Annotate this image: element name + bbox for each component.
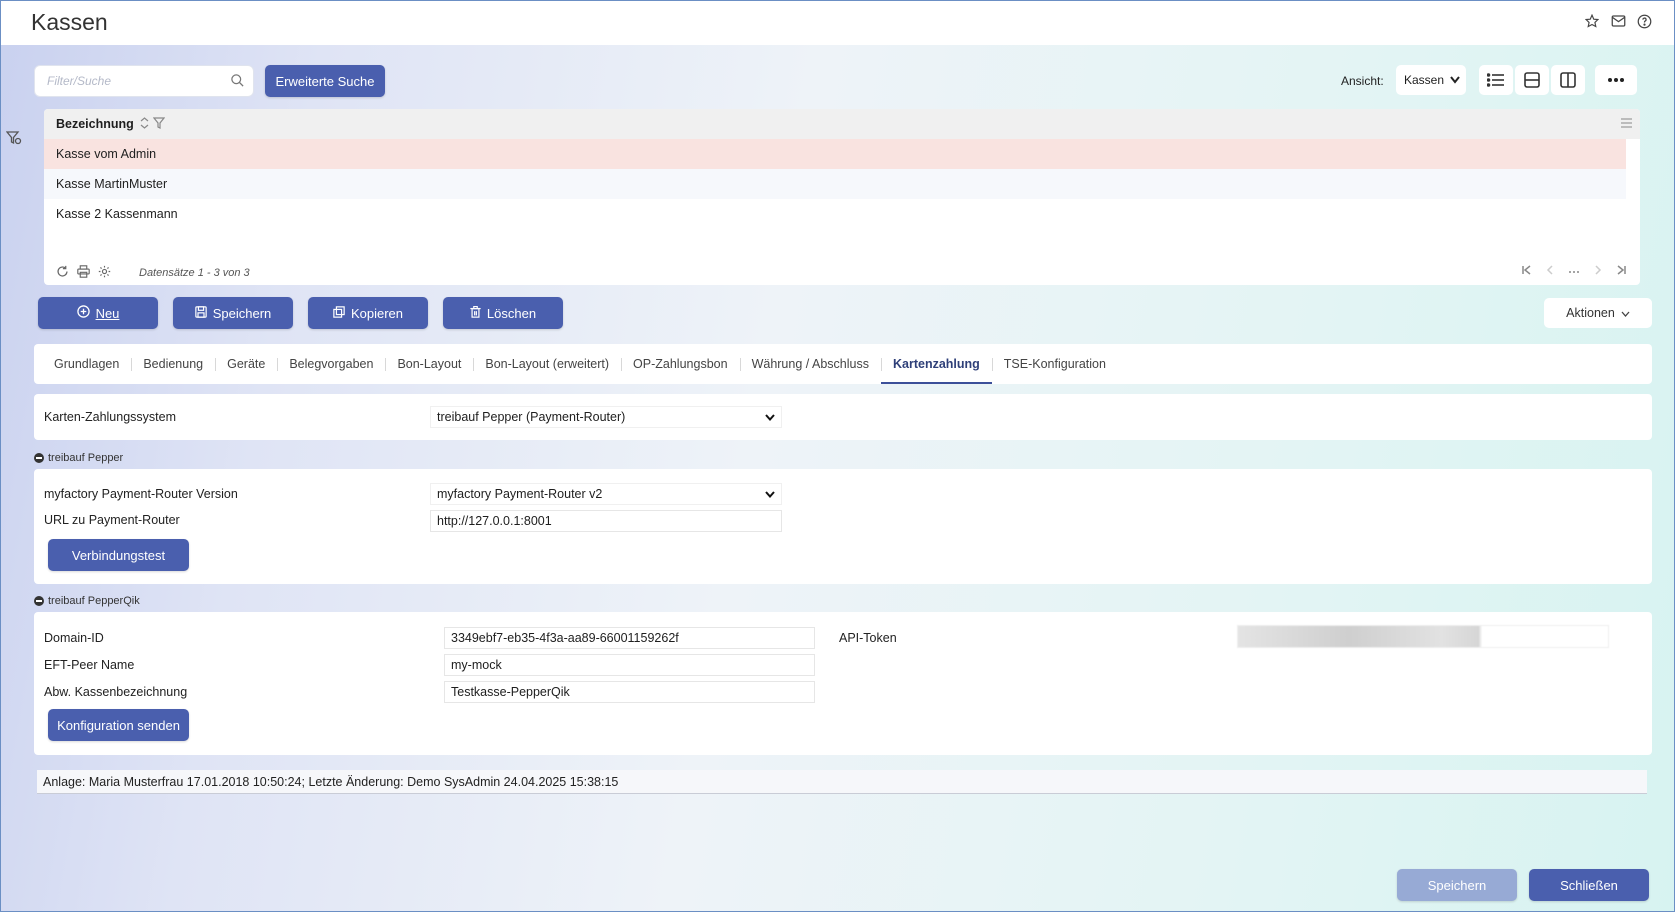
send-config-button[interactable]: Konfiguration senden [48,709,189,741]
last-page-icon[interactable] [1616,265,1626,278]
tab-bon-layout[interactable]: Bon-Layout [385,344,473,384]
domain-id-input[interactable]: 3349ebf7-eb35-4f3a-aa89-66001159262f [444,627,815,649]
router-version-select[interactable]: myfactory Payment-Router v2 [430,483,782,505]
help-icon[interactable] [1636,13,1652,29]
save-button[interactable]: Speichern [173,297,293,329]
grid-header: Bezeichnung [44,109,1640,139]
view-select-value: Kassen [1404,73,1445,87]
connection-test-button[interactable]: Verbindungstest [48,539,189,571]
search-icon[interactable] [230,73,245,91]
more-options-icon[interactable] [1595,65,1637,95]
copy-icon [333,305,345,321]
copy-button-label: Kopieren [350,305,404,321]
data-grid: Bezeichnung Kasse vom Admin Kasse Martin… [44,109,1640,285]
print-icon[interactable] [77,265,90,281]
split-vertical-icon[interactable] [1551,65,1585,95]
column-filter-icon[interactable] [152,116,166,132]
window-title: Kassen [31,9,108,35]
search-box[interactable] [34,65,254,97]
domain-id-label: Domain-ID [44,631,104,645]
section-pepperqik[interactable]: treibauf PepperQik [34,595,140,607]
api-token-label: API-Token [839,631,897,645]
kasse-name-input[interactable]: Testkasse-PepperQik [444,681,815,703]
kasse-name-label: Abw. Kassenbezeichnung [44,685,188,699]
section-pepperqik-title: treibauf PepperQik [48,595,140,607]
payment-system-select[interactable]: treibauf Pepper (Payment-Router) [430,406,782,428]
tab-bedienung[interactable]: Bedienung [131,344,215,384]
payment-system-panel: Karten-Zahlungssystem treibauf Pepper (P… [34,394,1652,440]
router-url-label: URL zu Payment-Router [44,513,180,527]
save-icon [194,305,207,321]
star-icon[interactable] [1584,13,1600,29]
router-version-label: myfactory Payment-Router Version [44,487,238,501]
tab-geraete[interactable]: Geräte [215,344,277,384]
chevron-down-icon [765,410,775,424]
tab-tse-konfiguration[interactable]: TSE-Konfiguration [991,344,1118,384]
router-version-value: myfactory Payment-Router v2 [437,487,603,501]
api-token-input[interactable] [1237,625,1609,648]
plus-circle-icon [76,305,90,321]
grid-footer: Datensätze 1 - 3 von 3 [44,261,1640,285]
table-row[interactable]: Kasse 2 Kassenmann [44,199,1626,229]
column-header-bezeichnung[interactable]: Bezeichnung [56,117,134,131]
section-pepper-title: treibauf Pepper [48,452,124,464]
collapse-icon[interactable] [34,453,44,463]
router-url-input[interactable]: http://127.0.0.1:8001 [430,510,782,532]
eft-peer-input[interactable]: my-mock [444,654,815,676]
list-view-icon[interactable] [1479,65,1513,95]
extended-search-button[interactable]: Erweiterte Suche [265,65,385,97]
copy-button[interactable]: Kopieren [308,297,428,329]
section-pepper[interactable]: treibauf Pepper [34,452,123,464]
table-row[interactable]: Kasse MartinMuster [44,169,1626,199]
title-icons [1584,13,1652,29]
audit-status-bar: Anlage: Maria Musterfrau 17.01.2018 10:5… [37,770,1647,794]
tab-kartenzahlung[interactable]: Kartenzahlung [880,344,992,384]
window-frame: Kassen Erweiterte Suche Ansicht: Kassen [0,0,1675,912]
title-bar: Kassen [1,1,1674,45]
view-select[interactable]: Kassen [1396,65,1466,95]
new-button-label: Neu [95,305,120,321]
mail-icon[interactable] [1610,13,1626,29]
column-menu-icon[interactable] [1621,117,1632,131]
chevron-down-icon [765,487,775,501]
tab-waehrung-abschluss[interactable]: Währung / Abschluss [739,344,881,384]
save-button-label: Speichern [212,305,272,321]
eft-peer-label: EFT-Peer Name [44,658,135,672]
search-input[interactable] [35,66,215,96]
prev-page-icon[interactable] [1546,265,1554,278]
delete-button-label: Löschen [486,305,537,321]
delete-button[interactable]: Löschen [443,297,563,329]
collapse-icon[interactable] [34,596,44,606]
sort-icon[interactable] [140,116,149,132]
settings-gear-icon[interactable] [98,265,111,281]
actions-menu-button[interactable]: Aktionen [1544,298,1652,328]
record-count: Datensätze 1 - 3 von 3 [139,267,250,279]
payment-system-label: Karten-Zahlungssystem [44,410,177,424]
actions-menu-label: Aktionen [1566,306,1615,320]
tab-grundlagen[interactable]: Grundlagen [42,344,131,384]
footer-save-button[interactable]: Speichern [1397,869,1517,901]
pager [1522,265,1626,278]
tab-bon-layout-erweitert[interactable]: Bon-Layout (erweitert) [473,344,621,384]
table-row[interactable]: Kasse vom Admin [44,139,1626,169]
new-button[interactable]: Neu [38,297,158,329]
chevron-down-icon [1450,73,1460,87]
trash-icon [470,305,481,321]
tab-bar: Grundlagen Bedienung Geräte Belegvorgabe… [34,344,1652,384]
page-ellipsis-icon [1568,265,1580,278]
first-page-icon[interactable] [1522,265,1532,278]
tab-belegvorgaben[interactable]: Belegvorgaben [277,344,385,384]
filter-toggle-icon[interactable] [5,131,22,148]
chevron-down-icon [1621,306,1630,320]
tab-op-zahlungsbon[interactable]: OP-Zahlungsbon [621,344,740,384]
split-horizontal-icon[interactable] [1515,65,1549,95]
next-page-icon[interactable] [1594,265,1602,278]
close-button[interactable]: Schließen [1529,869,1649,901]
payment-system-value: treibauf Pepper (Payment-Router) [437,410,626,424]
pepper-panel: myfactory Payment-Router Version myfacto… [34,469,1652,584]
view-label: Ansicht: [1341,74,1384,88]
refresh-icon[interactable] [56,265,69,281]
